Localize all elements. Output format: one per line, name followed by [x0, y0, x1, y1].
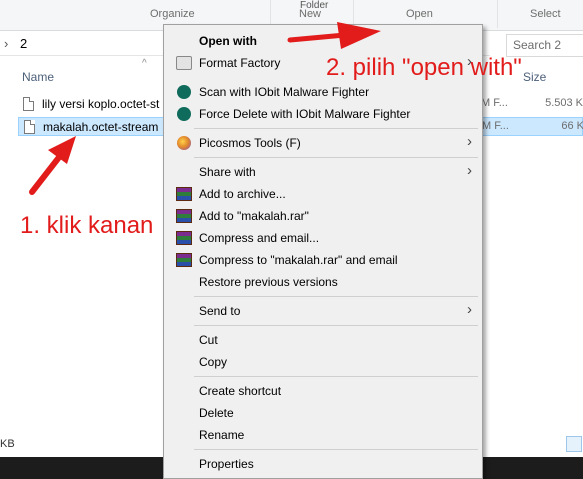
menu-item-rename[interactable]: Rename [166, 424, 480, 446]
file-name: makalah.octet-stream [43, 120, 159, 134]
menu-item-create-shortcut[interactable]: Create shortcut [166, 380, 480, 402]
menu-item-properties[interactable]: Properties [166, 453, 480, 475]
annotation-step-1: 1. klik kanan [20, 212, 154, 239]
details-view-icon[interactable] [566, 436, 582, 452]
submenu-arrow-icon: › [467, 133, 472, 150]
menu-item-label: Add to archive... [199, 187, 286, 201]
picosmos-icon [177, 136, 191, 150]
menu-item-label: Share with [199, 165, 256, 179]
iobit-icon [177, 107, 191, 121]
menu-item-label: Rename [199, 428, 245, 442]
menu-separator [194, 128, 478, 129]
file-icon [23, 97, 34, 111]
menu-item-add-to-makalah-rar[interactable]: Add to "makalah.rar" [166, 205, 480, 227]
menu-separator [194, 325, 478, 326]
menu-item-label: Picosmos Tools (F) [199, 136, 301, 150]
menu-item-label: Scan with IObit Malware Fighter [199, 85, 370, 99]
winrar-icon [176, 231, 192, 245]
menu-item-label: Send to [199, 304, 241, 318]
menu-item-delete[interactable]: Delete [166, 402, 480, 424]
menu-separator [194, 296, 478, 297]
winrar-icon [176, 209, 192, 223]
annotation-step-2: 2. pilih "open with" [326, 54, 522, 81]
context-menu: Open with Format Factory › Scan with IOb… [163, 24, 483, 479]
winrar-icon [176, 187, 192, 201]
menu-item-label: Compress and email... [199, 231, 320, 245]
file-name: lily versi koplo.octet-st [42, 97, 160, 111]
menu-item-label: Delete [199, 406, 234, 420]
menu-item-picosmos-tools[interactable]: Picosmos Tools (F) › [166, 132, 480, 154]
submenu-arrow-icon: › [467, 162, 472, 179]
column-header-size[interactable]: Size [523, 70, 546, 84]
file-type: M F... [481, 97, 508, 109]
submenu-arrow-icon: › [467, 301, 472, 318]
menu-separator [194, 449, 478, 450]
winrar-icon [176, 253, 192, 267]
menu-item-label: Format Factory [199, 56, 281, 70]
chevron-right-icon[interactable]: › [4, 36, 8, 51]
menu-item-label: Copy [199, 355, 228, 369]
menu-item-cut[interactable]: Cut [166, 329, 480, 351]
menu-item-scan-iobit[interactable]: Scan with IObit Malware Fighter [166, 81, 480, 103]
menu-item-label: Restore previous versions [199, 275, 338, 289]
menu-item-label: Create shortcut [199, 384, 282, 398]
menu-item-label: Open with [199, 34, 257, 48]
ribbon-group-select: Select [530, 8, 561, 20]
breadcrumb[interactable]: 2 [20, 36, 27, 51]
ribbon-group-organize: Organize [150, 8, 195, 20]
file-icon [24, 120, 35, 134]
menu-item-send-to[interactable]: Send to › [166, 300, 480, 322]
menu-item-label: Force Delete with IObit Malware Fighter [199, 107, 411, 121]
menu-item-compress-and-email[interactable]: Compress and email... [166, 227, 480, 249]
menu-item-force-delete-iobit[interactable]: Force Delete with IObit Malware Fighter [166, 103, 480, 125]
format-factory-icon [176, 56, 192, 70]
menu-item-compress-to-rar-and-email[interactable]: Compress to "makalah.rar" and email [166, 249, 480, 271]
menu-separator [194, 157, 478, 158]
iobit-icon [177, 85, 191, 99]
ribbon-divider [497, 0, 498, 28]
menu-item-label: Properties [199, 457, 254, 471]
annotation-arrow-file [29, 153, 63, 195]
search-placeholder: Search 2 [513, 38, 562, 52]
menu-item-label: Compress to "makalah.rar" and email [199, 253, 398, 267]
menu-item-label: Cut [199, 333, 218, 347]
ribbon-group-new: New [299, 8, 322, 20]
annotation-arrowhead [48, 136, 76, 164]
file-type: M F... [482, 120, 509, 132]
column-header-name[interactable]: Name [22, 70, 54, 84]
menu-item-open-with[interactable]: Open with [166, 30, 480, 52]
menu-item-restore-previous-versions[interactable]: Restore previous versions [166, 271, 480, 293]
file-size: 66 K [561, 120, 583, 132]
status-bar-text: KB [0, 438, 15, 450]
menu-separator [194, 376, 478, 377]
menu-item-share-with[interactable]: Share with › [166, 161, 480, 183]
menu-item-add-to-archive[interactable]: Add to archive... [166, 183, 480, 205]
ribbon-group-open: Open [406, 8, 433, 20]
menu-item-copy[interactable]: Copy [166, 351, 480, 373]
menu-item-label: Add to "makalah.rar" [199, 209, 309, 223]
file-size: 5.503 K [545, 97, 583, 109]
sort-ascending-icon: ^ [142, 58, 147, 69]
